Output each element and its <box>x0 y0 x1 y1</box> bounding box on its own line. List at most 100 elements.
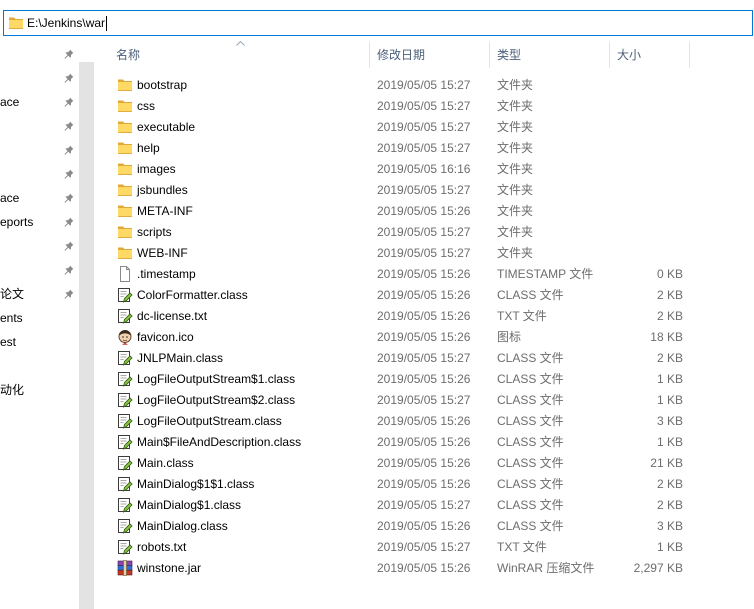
column-header-label: 类型 <box>497 48 522 62</box>
file-name: robots.txt <box>137 540 187 554</box>
file-type: CLASS 文件 <box>497 372 564 386</box>
file-type: TXT 文件 <box>497 540 547 554</box>
file-size: 21 KB <box>650 456 683 470</box>
folder-icon <box>117 245 133 261</box>
file-type: CLASS 文件 <box>497 435 564 449</box>
butler-face-icon <box>117 329 133 345</box>
file-row[interactable]: Main.class 2019/05/05 15:26 CLASS 文件 21 KB <box>110 453 690 474</box>
file-size: 18 KB <box>650 330 683 344</box>
file-row[interactable]: Main$FileAndDescription.class 2019/05/05 … <box>110 432 690 453</box>
file-size: 2,297 KB <box>633 561 683 575</box>
file-size: 3 KB <box>656 519 683 533</box>
file-list: bootstrap 2019/05/05 15:27 文件夹 css 2019/05/0… <box>0 75 754 579</box>
file-row[interactable]: ColorFormatter.class 2019/05/05 15:26 CLAS… <box>110 285 690 306</box>
file-row[interactable]: WEB-INF 2019/05/05 15:27 文件夹 <box>110 243 690 264</box>
text-editor-file-icon <box>117 539 133 555</box>
file-row[interactable]: help 2019/05/05 15:27 文件夹 <box>110 138 690 159</box>
file-modified-date: 2019/05/05 15:27 <box>377 246 471 260</box>
file-name: executable <box>137 120 196 134</box>
text-editor-file-icon <box>117 497 133 513</box>
file-type: 文件夹 <box>497 120 534 134</box>
file-row[interactable]: META-INF 2019/05/05 15:26 文件夹 <box>110 201 690 222</box>
file-name: MainDialog.class <box>137 519 228 533</box>
folder-icon <box>8 15 24 31</box>
file-name: css <box>137 99 155 113</box>
file-row[interactable]: LogFileOutputStream$1.class 2019/05/05 15… <box>110 369 690 390</box>
nav-item[interactable] <box>0 42 79 66</box>
file-row[interactable]: images 2019/05/05 16:16 文件夹 <box>110 159 690 180</box>
file-row[interactable]: LogFileOutputStream$2.class 2019/05/05 15… <box>110 390 690 411</box>
file-name: help <box>137 141 160 155</box>
file-row[interactable]: MainDialog$1.class 2019/05/05 15:27 CLASS … <box>110 495 690 516</box>
file-modified-date: 2019/05/05 16:16 <box>377 162 471 176</box>
file-type: CLASS 文件 <box>497 456 564 470</box>
file-row[interactable]: css 2019/05/05 15:27 文件夹 <box>110 96 690 117</box>
text-editor-file-icon <box>117 518 133 534</box>
file-modified-date: 2019/05/05 15:27 <box>377 393 471 407</box>
file-row[interactable]: scripts 2019/05/05 15:27 文件夹 <box>110 222 690 243</box>
text-editor-file-icon <box>117 308 133 324</box>
file-name: MainDialog$1$1.class <box>137 477 255 491</box>
file-row[interactable]: bootstrap 2019/05/05 15:27 文件夹 <box>110 75 690 96</box>
column-header-label: 名称 <box>116 48 141 62</box>
file-modified-date: 2019/05/05 15:26 <box>377 330 471 344</box>
file-name: ColorFormatter.class <box>137 288 248 302</box>
file-row[interactable]: robots.txt 2019/05/05 15:27 TXT 文件 1 KB <box>110 537 690 558</box>
text-editor-file-icon <box>117 287 133 303</box>
file-modified-date: 2019/05/05 15:26 <box>377 288 471 302</box>
winrar-archive-icon <box>117 560 133 576</box>
file-type: CLASS 文件 <box>497 393 564 407</box>
column-header-size[interactable]: 大小 <box>610 42 690 68</box>
file-type: 文件夹 <box>497 78 534 92</box>
file-row[interactable]: favicon.ico 2019/05/05 15:26 图标 18 KB <box>110 327 690 348</box>
file-row[interactable]: .timestamp 2019/05/05 15:26 TIMESTAMP 文件 0 … <box>110 264 690 285</box>
file-modified-date: 2019/05/05 15:26 <box>377 456 471 470</box>
file-type: 图标 <box>497 330 522 344</box>
file-size: 1 KB <box>656 435 683 449</box>
file-row[interactable]: MainDialog$1$1.class 2019/05/05 15:26 CLAS… <box>110 474 690 495</box>
file-row[interactable]: MainDialog.class 2019/05/05 15:26 CLASS 文件… <box>110 516 690 537</box>
file-name: MainDialog$1.class <box>137 498 242 512</box>
file-row[interactable]: jsbundles 2019/05/05 15:27 文件夹 <box>110 180 690 201</box>
text-editor-file-icon <box>117 413 133 429</box>
file-row[interactable]: executable 2019/05/05 15:27 文件夹 <box>110 117 690 138</box>
folder-icon <box>117 140 133 156</box>
file-size: 1 KB <box>656 540 683 554</box>
column-header-label: 修改日期 <box>377 48 426 62</box>
address-bar[interactable]: E:\Jenkins\war <box>3 10 753 36</box>
file-modified-date: 2019/05/05 15:27 <box>377 120 471 134</box>
file-name: scripts <box>137 225 172 239</box>
text-editor-file-icon <box>117 455 133 471</box>
address-input[interactable]: E:\Jenkins\war <box>27 11 108 35</box>
file-modified-date: 2019/05/05 15:27 <box>377 225 471 239</box>
file-type: WinRAR 压缩文件 <box>497 561 595 575</box>
file-row[interactable]: LogFileOutputStream.class 2019/05/05 15:2… <box>110 411 690 432</box>
file-name: LogFileOutputStream.class <box>137 414 282 428</box>
file-size: 1 KB <box>656 372 683 386</box>
file-row[interactable]: dc-license.txt 2019/05/05 15:26 TXT 文件 2 KB <box>110 306 690 327</box>
file-row[interactable]: winstone.jar 2019/05/05 15:26 WinRAR 压缩文件 2… <box>110 558 690 579</box>
file-modified-date: 2019/05/05 15:27 <box>377 78 471 92</box>
file-modified-date: 2019/05/05 15:26 <box>377 519 471 533</box>
text-editor-file-icon <box>117 371 133 387</box>
column-header-type[interactable]: 类型 <box>490 42 610 68</box>
file-name: favicon.ico <box>137 330 194 344</box>
file-size: 2 KB <box>656 309 683 323</box>
text-caret <box>106 15 108 31</box>
file-type: TXT 文件 <box>497 309 547 323</box>
file-size: 2 KB <box>656 477 683 491</box>
file-modified-date: 2019/05/05 15:26 <box>377 477 471 491</box>
text-editor-file-icon <box>117 392 133 408</box>
file-type: CLASS 文件 <box>497 519 564 533</box>
chevron-up-icon <box>236 41 245 46</box>
folder-icon <box>117 98 133 114</box>
column-header-modified[interactable]: 修改日期 <box>370 42 490 68</box>
folder-icon <box>117 119 133 135</box>
file-type: 文件夹 <box>497 204 534 218</box>
file-type: 文件夹 <box>497 99 534 113</box>
pin-icon <box>64 49 74 59</box>
text-editor-file-icon <box>117 476 133 492</box>
file-row[interactable]: JNLPMain.class 2019/05/05 15:27 CLASS 文件 2 … <box>110 348 690 369</box>
file-name: META-INF <box>137 204 193 218</box>
file-modified-date: 2019/05/05 15:27 <box>377 183 471 197</box>
